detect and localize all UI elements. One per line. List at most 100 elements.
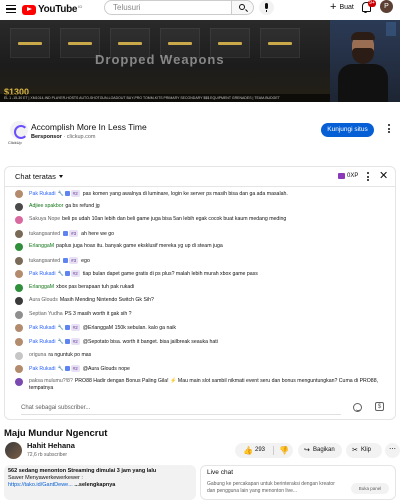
xp-badge[interactable]: 0XP (338, 173, 358, 179)
chat-message[interactable]: Septian Yudha PS 3 masih worth it gak sih… (15, 311, 387, 319)
chevron-down-icon[interactable] (59, 175, 63, 178)
account-avatar[interactable]: P (380, 0, 393, 13)
menu-icon[interactable] (6, 5, 16, 13)
weapon-icon (268, 42, 292, 45)
channel-name[interactable]: Hahit Hehana (27, 441, 75, 450)
chat-text: PS 3 masih worth it gak sih ? (64, 311, 132, 317)
like-count[interactable]: 293 (255, 443, 265, 458)
chat-message[interactable]: ErlanggaM paplus juga hoax itu. banyak ga… (15, 243, 387, 251)
chat-avatar[interactable] (15, 311, 23, 319)
xp-label: 0XP (347, 173, 359, 179)
chat-author[interactable]: ErlanggaM (29, 243, 54, 249)
chat-author[interactable]: Pak Rukadi (29, 191, 56, 197)
chat-message[interactable]: tukangsanted #3 ah here we go (15, 230, 387, 238)
clip-button[interactable]: ✂ Klip (346, 443, 382, 458)
search-input[interactable]: Telusuri (104, 0, 232, 15)
chat-author[interactable]: tukangsanted (29, 258, 60, 264)
rank-label: #3 (69, 257, 79, 264)
open-panel-button[interactable]: Buka panel (351, 483, 389, 494)
chat-message[interactable]: Pak Rukadi 🔧 #2 pas komen yang awalnya di l… (15, 190, 387, 198)
share-label: Bagikan (313, 447, 335, 453)
chat-message[interactable]: Adjiee spakbor ga bs refund jg (15, 203, 387, 211)
chat-author[interactable]: paksa mulumu?!8? (29, 378, 73, 384)
chat-text: @ErlanggaM 150k sebulan. kalo ga naik (82, 325, 177, 331)
chat-message[interactable]: Aura Glouds Masih Mending Nintendo Switch… (15, 297, 387, 305)
share-button[interactable]: ↪ Bagikan (298, 443, 342, 458)
chat-message[interactable]: Pak Rukadi 🔧 #2 @Aura Glouds nope (15, 365, 387, 373)
rank-label: #2 (70, 365, 80, 372)
chat-text: Masih Mending Nintendo Switch Gk Sih? (59, 297, 154, 303)
chat-input[interactable]: Chat sebagai subscriber... (11, 402, 341, 414)
super-chat-icon[interactable]: $ (375, 402, 384, 411)
ad-more-icon[interactable] (388, 124, 391, 134)
ad-title[interactable]: Accomplish More In Less Time (31, 122, 147, 132)
description-box[interactable]: 562 sedang menonton Streaming dimulai 3 … (4, 465, 196, 500)
close-icon[interactable]: ✕ (379, 169, 388, 183)
chat-avatar[interactable] (15, 338, 23, 346)
chat-text: paplus juga hoax itu. banyak game eksklu… (56, 243, 223, 249)
visit-site-button[interactable]: Kunjungi situs (321, 123, 374, 137)
chat-avatar[interactable] (15, 190, 23, 198)
chat-avatar[interactable] (15, 203, 23, 211)
chat-author[interactable]: Pak Rukadi (29, 325, 56, 331)
rank-badge-icon (63, 230, 69, 236)
create-button[interactable]: + Buat (330, 1, 354, 13)
chat-message[interactable]: paksa mulumu?!8? PRO88 Hadir dengan Bonus… (15, 378, 387, 392)
description-line: Sawer Menyawerkewerkewer : (8, 475, 83, 481)
chat-author[interactable]: Septian Yudha (29, 311, 63, 317)
chat-message[interactable]: origuna ra nguntuk po mas (15, 352, 387, 360)
weapon-icon (218, 42, 242, 45)
description-link[interactable]: https://tako.id/GantDewe... (8, 482, 73, 488)
video-player[interactable]: Dropped Weapons $1300 EL 1 -15-30 ET | X… (0, 20, 400, 102)
chat-author[interactable]: Pak Rukadi (29, 339, 56, 345)
member-badge-icon: 🔧 (57, 366, 64, 372)
search-button[interactable] (232, 0, 254, 15)
chat-mode-dropdown[interactable]: Chat teratas (15, 172, 56, 181)
thumbs-down-icon[interactable]: 👎 (279, 443, 289, 458)
chat-message[interactable]: Sakuya Nope beli ps udah 10an lebih dan b… (15, 216, 387, 224)
channel-avatar[interactable] (5, 442, 22, 459)
chat-author[interactable]: Adjiee spakbor (29, 203, 63, 209)
chat-message[interactable]: ErlanggaM xbox pas berapaan tuh pak rukad… (15, 284, 387, 292)
member-badge-icon: 🔧 (57, 339, 64, 345)
chat-message[interactable]: Pak Rukadi 🔧 #2 @ErlanggaM 150k sebulan. ka… (15, 324, 387, 332)
live-chat-body: Gabung ke percakapan untuk berinteraksi … (207, 481, 335, 494)
chat-avatar[interactable] (15, 324, 23, 332)
chat-avatar[interactable] (15, 297, 23, 305)
rank-label: #2 (70, 324, 80, 331)
chat-avatar[interactable] (15, 352, 23, 360)
chat-messages[interactable]: Pak Rukadi 🔧 #2 pas komen yang awalnya di l… (5, 188, 395, 400)
chat-message-body: Adjiee spakbor ga bs refund jg (29, 203, 387, 210)
chat-avatar[interactable] (15, 216, 23, 224)
chat-author[interactable]: Aura Glouds (29, 297, 58, 303)
chat-author[interactable]: ErlanggaM (29, 284, 54, 290)
chat-author[interactable]: Sakuya Nope (29, 216, 60, 222)
chat-avatar[interactable] (15, 284, 23, 292)
more-actions-icon[interactable]: ⋯ (385, 443, 400, 458)
sponsored-ad[interactable]: ClickUp Accomplish More In Less Time Ber… (0, 117, 400, 147)
chat-avatar[interactable] (15, 257, 23, 265)
chat-author[interactable]: Pak Rukadi (29, 271, 56, 277)
chat-message[interactable]: Pak Rukadi 🔧 #2 @Sepotato bisa. worth it ba… (15, 338, 387, 346)
show-more-link[interactable]: ...selengkapnya (74, 482, 115, 488)
voice-search-icon[interactable] (259, 0, 274, 15)
chat-author[interactable]: Pak Rukadi (29, 366, 56, 372)
emoji-icon[interactable] (353, 403, 362, 412)
chat-avatar[interactable] (15, 270, 23, 278)
chat-avatar[interactable] (15, 378, 23, 386)
description-link-row: https://tako.id/GantDewe... ...selengkap… (8, 482, 192, 489)
chat-message[interactable]: Pak Rukadi 🔧 #2 tiap bulan dapet game grati… (15, 270, 387, 278)
weapon-icon (168, 42, 192, 45)
chat-message[interactable]: tukangsanted #3 ego (15, 257, 387, 265)
chat-more-icon[interactable] (367, 172, 370, 183)
chat-avatar[interactable] (15, 365, 23, 373)
create-label: Buat (339, 3, 354, 11)
clickup-logo-icon (10, 121, 28, 139)
chat-avatar[interactable] (15, 243, 23, 251)
chat-avatar[interactable] (15, 230, 23, 238)
chat-author[interactable]: origuna (29, 352, 46, 358)
thumbs-up-icon[interactable]: 👍 (243, 443, 253, 458)
rank-badge-icon (63, 257, 69, 263)
youtube-logo[interactable]: YouTube ID (22, 4, 82, 15)
chat-author[interactable]: tukangsanted (29, 231, 60, 237)
